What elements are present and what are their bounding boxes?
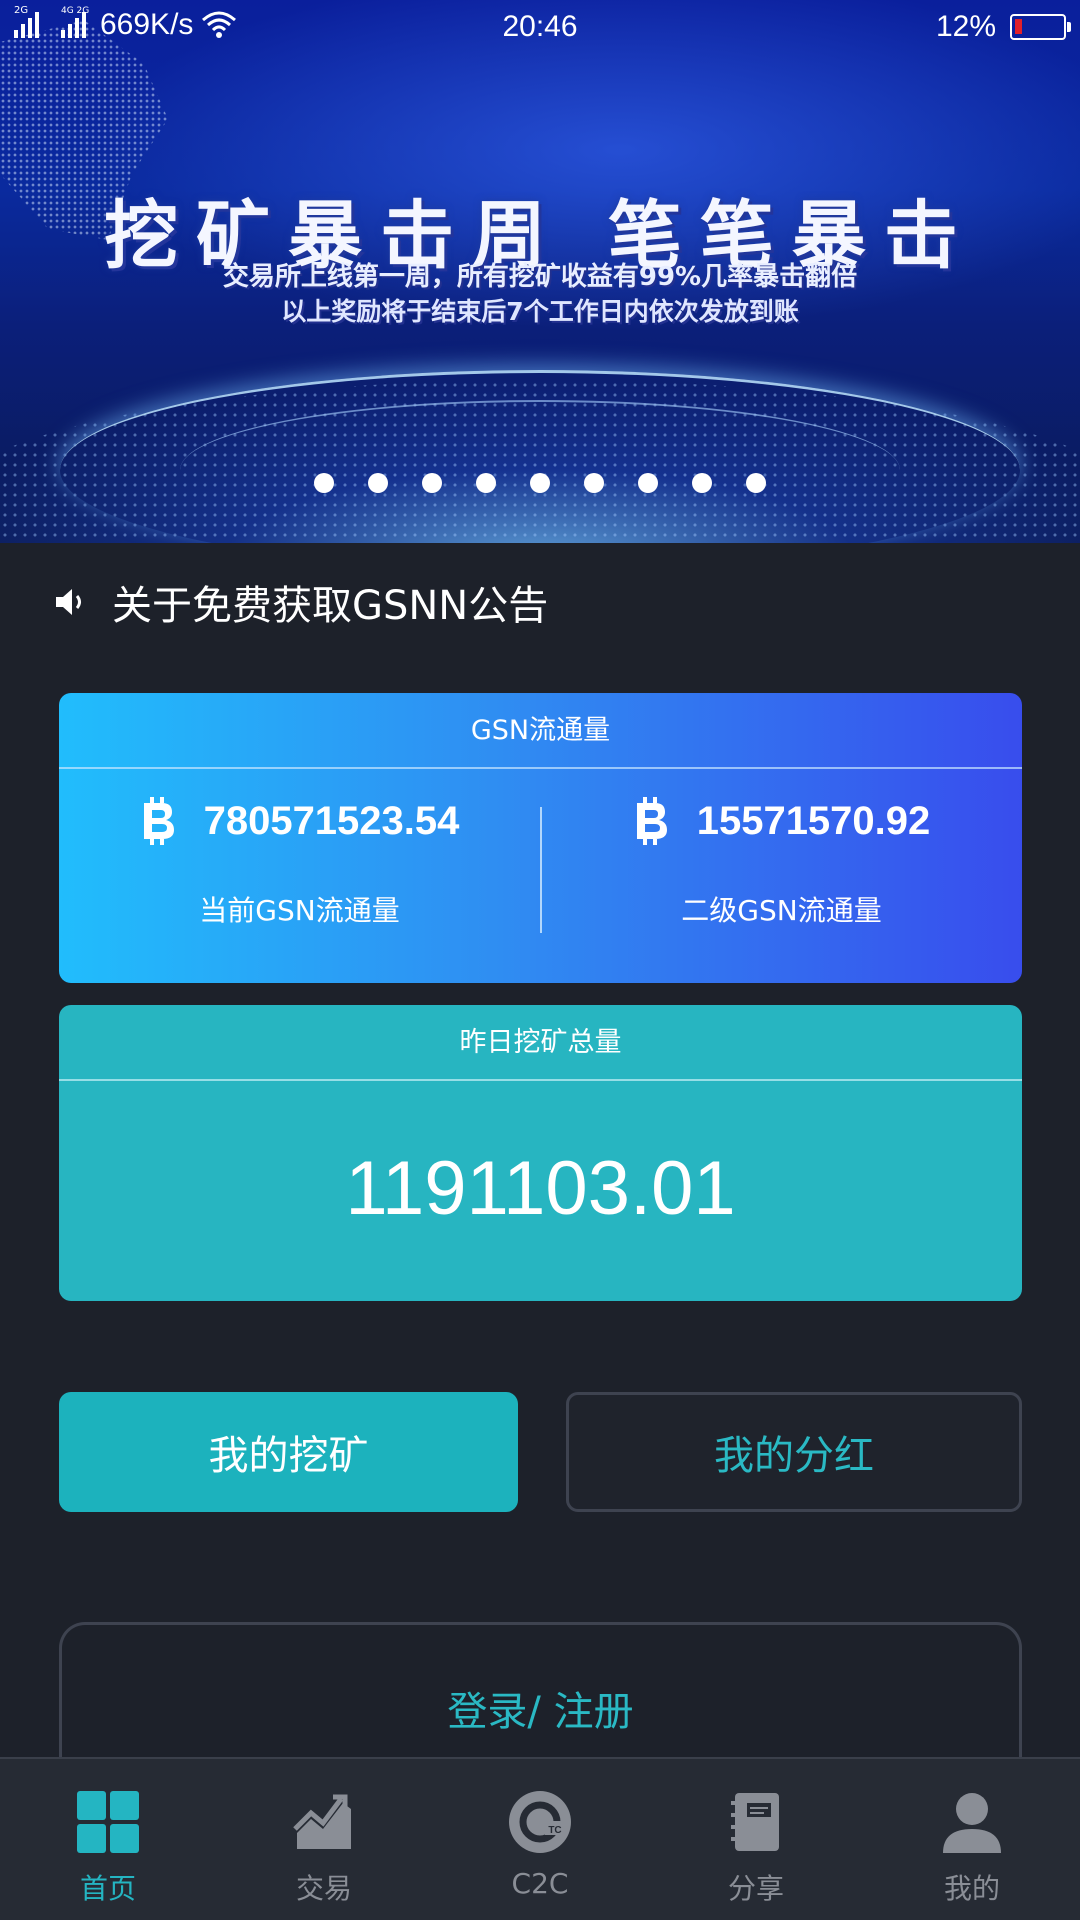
clock: 20:46 xyxy=(502,10,578,43)
share-notebook-icon xyxy=(731,1793,779,1851)
mining-total-card: 昨日挖矿总量 1191103.01 xyxy=(59,1005,1022,1301)
current-circulation-label: 当前GSN流通量 xyxy=(199,894,400,927)
my-mining-button[interactable]: 我的挖矿 xyxy=(59,1392,518,1512)
mining-total-value: 1191103.01 xyxy=(345,1146,736,1231)
battery-percent: 12% xyxy=(935,10,996,43)
c2c-coin-icon: TC xyxy=(509,1791,571,1853)
circulation-card-title: GSN流通量 xyxy=(59,693,1022,769)
tab-trade-label: 交易 xyxy=(295,1872,352,1905)
tab-profile-label: 我的 xyxy=(943,1872,1000,1905)
bitcoin-icon xyxy=(636,797,667,845)
tab-home[interactable]: 首页 xyxy=(0,1759,216,1920)
my-dividend-button[interactable]: 我的分红 xyxy=(566,1392,1022,1512)
carousel-dot[interactable] xyxy=(476,473,496,493)
bottom-tab-bar: 首页 交易 TC C2C 分享 我的 xyxy=(0,1757,1080,1920)
login-register-link[interactable]: 登录/ 注册 xyxy=(62,1679,1019,1737)
carousel-dot[interactable] xyxy=(530,473,550,493)
svg-text:TC: TC xyxy=(548,1825,561,1836)
secondary-circulation-value: 15571570.92 xyxy=(696,798,931,843)
carousel-dot[interactable] xyxy=(692,473,712,493)
carousel-dot[interactable] xyxy=(314,473,334,493)
bitcoin-icon xyxy=(143,797,174,845)
secondary-circulation-label: 二级GSN流通量 xyxy=(681,894,882,927)
promo-banner[interactable]: 挖矿暴击周 笔笔暴击 交易所上线第一周，所有挖矿收益有99%几率暴击翻倍 以上奖… xyxy=(0,0,1080,543)
battery-icon xyxy=(1010,14,1071,40)
tab-c2c[interactable]: TC C2C xyxy=(432,1759,648,1920)
carousel-dots[interactable] xyxy=(0,473,1080,493)
mining-card-title: 昨日挖矿总量 xyxy=(59,1005,1022,1081)
trade-chart-icon xyxy=(293,1794,351,1849)
tab-share-label: 分享 xyxy=(727,1872,784,1905)
tab-profile[interactable]: 我的 xyxy=(864,1759,1080,1920)
announcement-text[interactable]: 关于免费获取GSNN公告 xyxy=(112,573,548,631)
carousel-dot[interactable] xyxy=(368,473,388,493)
carousel-dot[interactable] xyxy=(584,473,604,493)
user-profile-icon xyxy=(943,1793,1001,1853)
speaker-icon xyxy=(56,589,81,615)
announcement-bar[interactable]: 关于免费获取GSNN公告 xyxy=(54,572,548,632)
tab-c2c-label: C2C xyxy=(511,1867,569,1900)
status-bar: 2G 4G 2G 669K/s 20:46 12% xyxy=(0,0,1080,56)
banner-arc-inner xyxy=(180,400,900,540)
banner-subtitle-2: 以上奖励将于结束后7个工作日内依次发放到账 xyxy=(281,297,799,326)
carousel-dot[interactable] xyxy=(638,473,658,493)
carousel-dot[interactable] xyxy=(422,473,442,493)
banner-subtitle-1: 交易所上线第一周，所有挖矿收益有99%几率暴击翻倍 xyxy=(222,262,858,292)
tab-home-label: 首页 xyxy=(79,1872,136,1905)
tab-trade[interactable]: 交易 xyxy=(216,1759,432,1920)
tab-share[interactable]: 分享 xyxy=(648,1759,864,1920)
home-grid-icon xyxy=(77,1791,139,1853)
current-circulation-value: 780571523.54 xyxy=(203,798,460,843)
carousel-dot[interactable] xyxy=(746,473,766,493)
circulation-card: GSN流通量 780571523.54 当前GSN流通量 15571570.92… xyxy=(59,693,1022,983)
